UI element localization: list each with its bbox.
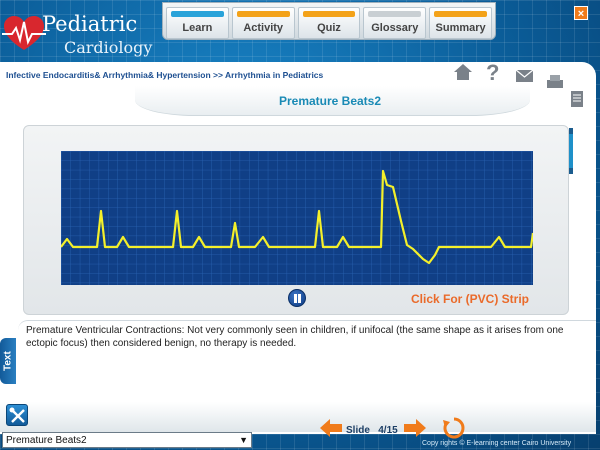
tab-label: Summary	[435, 22, 486, 34]
app-logo: Pediatric Cardiology	[2, 4, 152, 60]
bottom-bar	[0, 402, 596, 432]
text-side-tab[interactable]: Text	[0, 338, 16, 384]
slide-counter-label: Slide	[346, 425, 370, 436]
tab-quiz[interactable]: Quiz	[297, 7, 361, 39]
tab-indicator	[171, 11, 224, 17]
tab-label: Activity	[243, 22, 284, 34]
tab-learn[interactable]: Learn	[166, 7, 229, 39]
slide-title: Premature Beats2	[278, 94, 382, 108]
tab-label: Glossary	[371, 22, 419, 34]
refresh-icon[interactable]	[442, 416, 466, 440]
help-icon[interactable]: ?	[486, 60, 499, 85]
slide-body-text: Premature Ventricular Contractions: Not …	[26, 325, 564, 349]
svg-text:?: ?	[486, 60, 499, 85]
copyright-text: Copy rights © E-learning center Cairo Un…	[422, 440, 572, 447]
tools-button[interactable]	[6, 404, 28, 426]
tab-label: Quiz	[317, 22, 341, 34]
previous-slide-button[interactable]	[320, 418, 342, 438]
close-button[interactable]: ×	[574, 6, 588, 20]
next-slide-button[interactable]	[404, 418, 426, 438]
tab-glossary[interactable]: Glossary	[363, 7, 427, 39]
slide-select-value: Premature Beats2	[6, 435, 87, 446]
tab-indicator	[368, 11, 422, 17]
slide-counter: Slide 4/15	[346, 425, 398, 436]
print-icon[interactable]	[547, 75, 563, 88]
tab-indicator	[302, 11, 356, 17]
tools-icon	[9, 407, 25, 423]
tab-indicator	[434, 11, 487, 17]
chevron-down-icon: ▼	[239, 435, 248, 445]
home-icon[interactable]	[454, 64, 472, 80]
pause-button[interactable]	[288, 289, 306, 307]
slide-select[interactable]: Premature Beats2 ▼	[2, 432, 252, 448]
ecg-strip	[61, 151, 533, 285]
tab-activity[interactable]: Activity	[231, 7, 295, 39]
tab-indicator	[236, 11, 290, 17]
logo-title: Pediatric	[42, 12, 138, 36]
breadcrumb: Infective Endocarditis& Arrhythmia& Hype…	[6, 70, 324, 80]
zoom-slider[interactable]	[566, 128, 576, 176]
main-nav: Learn Activity Quiz Glossary Summary	[162, 2, 496, 40]
pvc-strip-link[interactable]: Click For (PVC) Strip	[411, 292, 529, 306]
slide-counter-value: 4/15	[378, 425, 398, 436]
logo-subtitle: Cardiology	[64, 38, 153, 57]
email-icon[interactable]	[515, 69, 534, 82]
tab-summary[interactable]: Summary	[429, 7, 492, 39]
tab-label: Learn	[182, 22, 213, 34]
heart-logo-icon	[2, 16, 46, 50]
